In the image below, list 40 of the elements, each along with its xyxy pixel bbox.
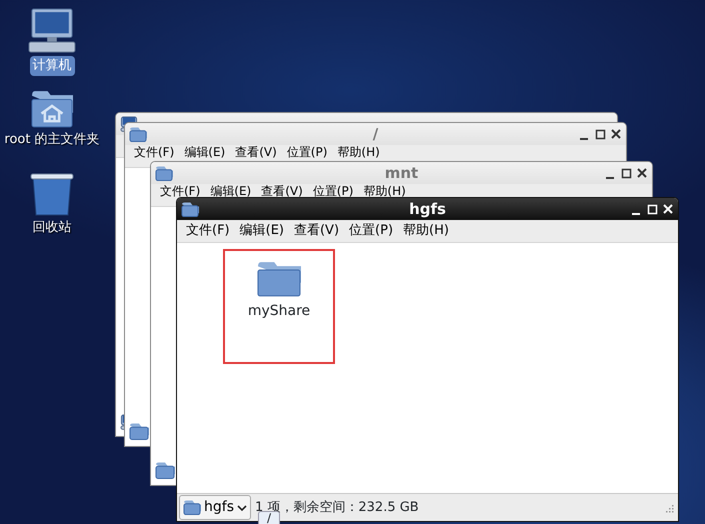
- window-title: /: [372, 124, 378, 143]
- maximize-button[interactable]: [595, 128, 606, 140]
- folder-icon: [129, 126, 147, 142]
- path-tab[interactable]: /: [258, 511, 280, 524]
- menu-item[interactable]: 位置(P): [344, 221, 398, 241]
- menu-item[interactable]: 位置(P): [308, 185, 358, 197]
- folder-icon: [183, 500, 201, 515]
- folder-icon: [155, 166, 173, 180]
- folder-icon: [155, 462, 175, 480]
- maximize-button[interactable]: [621, 168, 632, 178]
- close-button[interactable]: [611, 128, 622, 140]
- close-button[interactable]: [637, 168, 648, 178]
- menu-item[interactable]: 编辑(E): [205, 185, 256, 197]
- menu-item[interactable]: 查看(V): [256, 185, 308, 197]
- desktop-icon-label[interactable]: root 的主文件夹: [1, 130, 103, 150]
- caret-icon: [236, 504, 247, 512]
- computer-icon: [28, 8, 76, 54]
- menu-item[interactable]: 文件(F): [155, 185, 206, 197]
- menu-item[interactable]: 查看(V): [288, 221, 344, 241]
- menu-item[interactable]: 帮助(H): [358, 185, 411, 197]
- menu-item[interactable]: 查看(V): [230, 146, 282, 158]
- path-button[interactable]: hgfs: [179, 495, 251, 520]
- menu-item[interactable]: 文件(F): [129, 146, 180, 158]
- resize-grip-icon[interactable]: [664, 502, 674, 512]
- home-folder-icon: [31, 90, 73, 128]
- menu-item[interactable]: 文件(F): [181, 221, 235, 241]
- menu-item[interactable]: 编辑(E): [179, 146, 230, 158]
- folder-icon: [256, 261, 301, 297]
- desktop-icon-label[interactable]: 计算机: [30, 56, 74, 76]
- window-title: mnt: [384, 164, 418, 182]
- trash-icon: [30, 172, 74, 216]
- file-name[interactable]: myShare: [248, 301, 310, 322]
- folder-icon: [181, 202, 199, 216]
- menu-item[interactable]: 位置(P): [282, 146, 332, 158]
- desktop-icon-label[interactable]: 回收站: [30, 218, 74, 238]
- menu-item[interactable]: 编辑(E): [234, 221, 289, 241]
- folder-icon: [129, 423, 149, 440]
- window-title: hgfs: [409, 200, 446, 218]
- menu-item[interactable]: 帮助(H): [332, 146, 385, 158]
- menu-item[interactable]: 帮助(H): [398, 221, 454, 241]
